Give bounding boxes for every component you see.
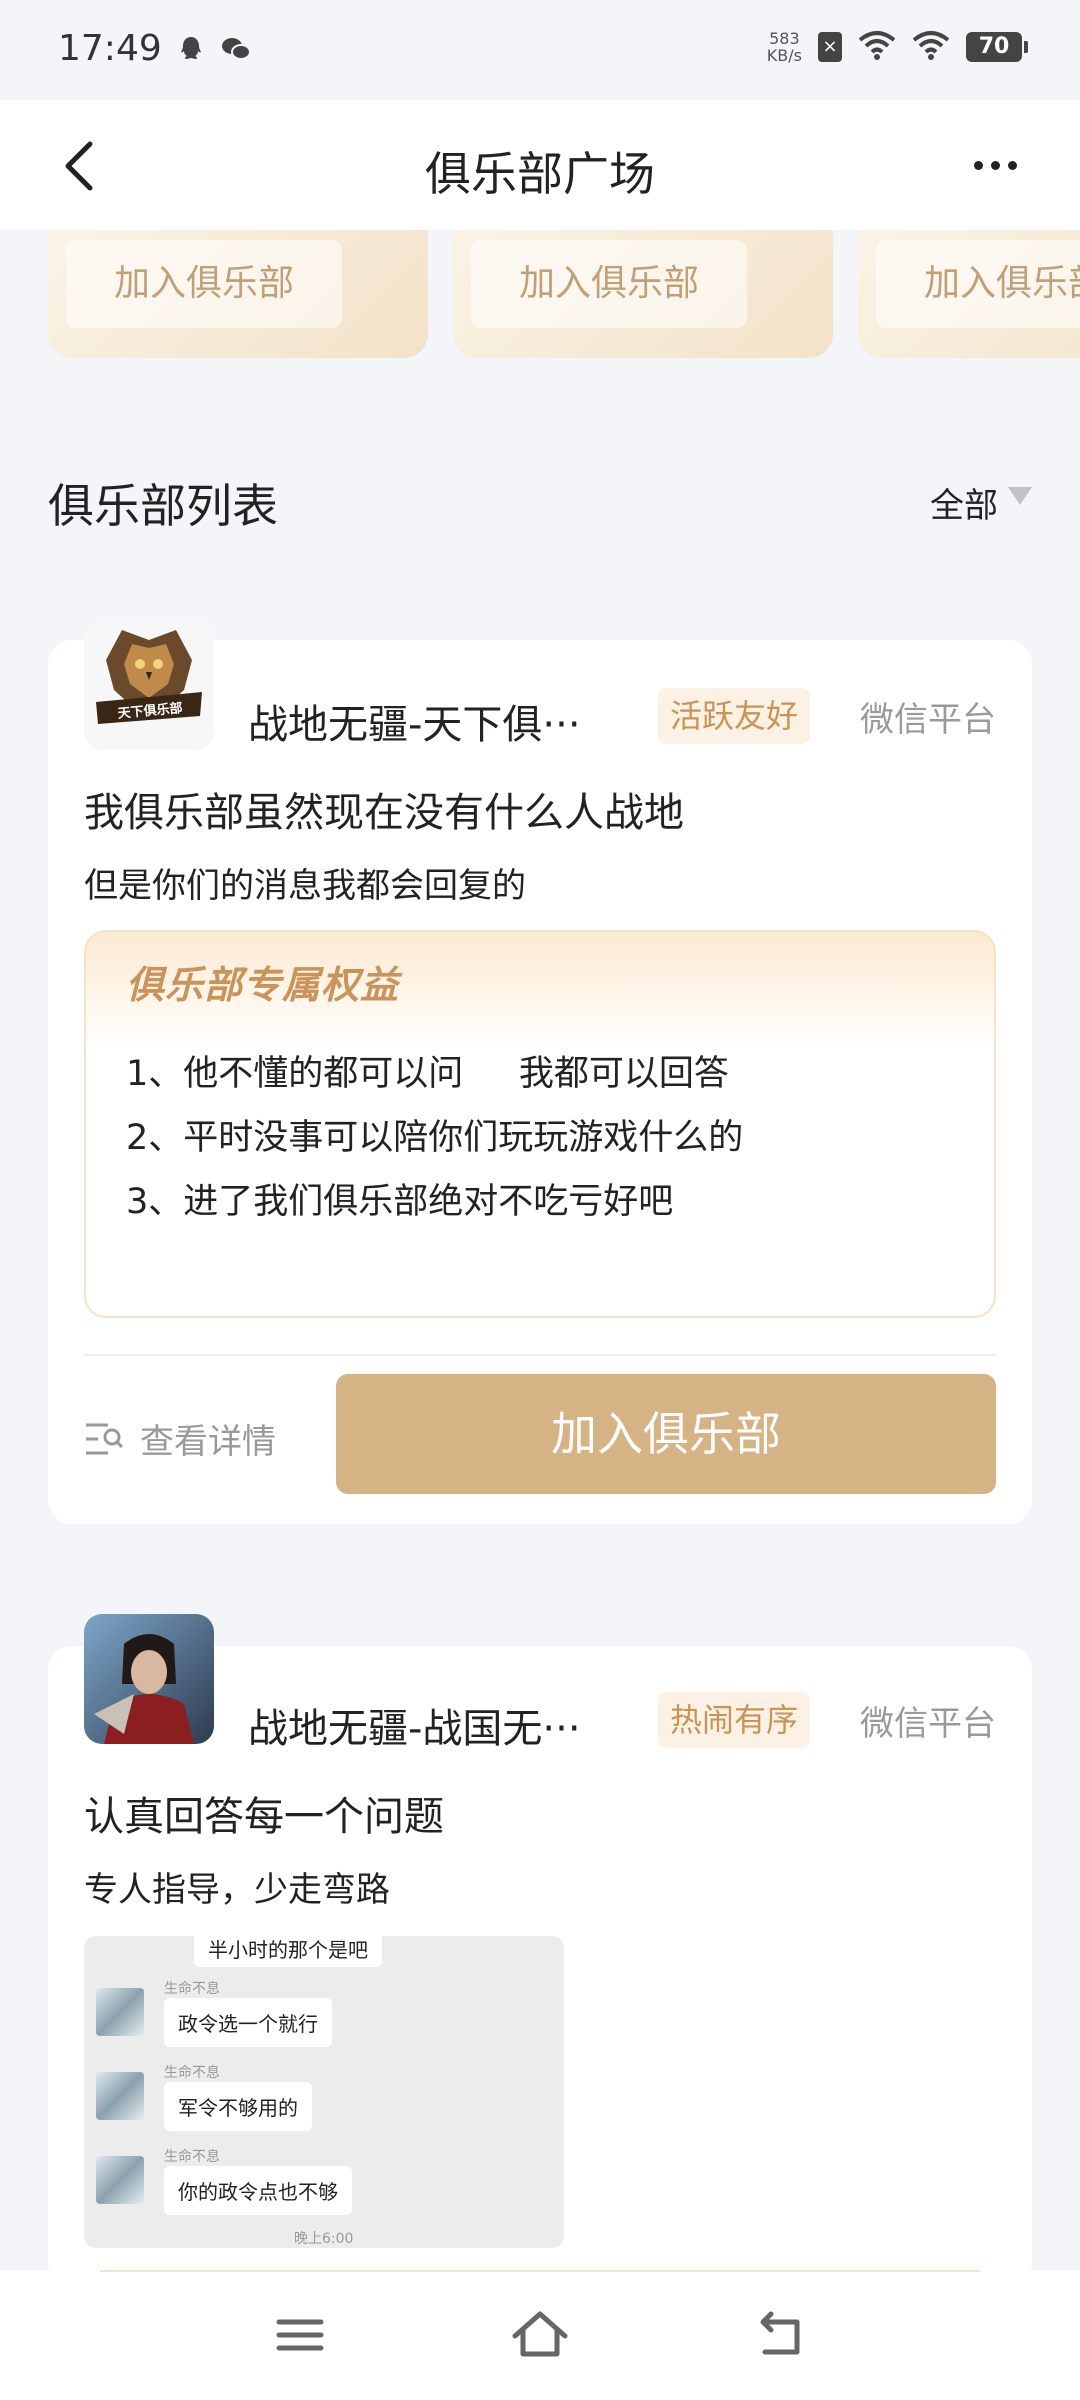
- club-intro-title: 认真回答每一个问题: [84, 1794, 444, 1840]
- club-benefits-box: 俱乐部专属权益 1、他不懂的都可以问 我都可以回答 2、平时没事可以陪你们玩玩游…: [84, 930, 996, 1318]
- club-name: 战地无疆-天下俱···: [248, 702, 581, 748]
- club-platform: 微信平台: [860, 1704, 996, 1744]
- club-name: 战地无疆-战国无···: [248, 1706, 581, 1752]
- divider: [84, 1354, 996, 1356]
- chat-bubble: 政令选一个就行: [164, 1998, 332, 2047]
- featured-clubs-carousel[interactable]: 加入俱乐部 加入俱乐部 加入俱乐部: [0, 230, 1080, 360]
- club-platform: 微信平台: [860, 700, 996, 740]
- featured-club-card[interactable]: 加入俱乐部: [858, 230, 1080, 358]
- network-speed: 583 KB/s: [767, 30, 802, 64]
- benefits-list: 1、他不懂的都可以问 我都可以回答 2、平时没事可以陪你们玩玩游戏什么的 3、进…: [126, 1042, 743, 1234]
- avatar: [96, 2072, 144, 2120]
- eagle-logo-icon: [96, 630, 202, 724]
- chat-bubble: 你的政令点也不够: [164, 2166, 352, 2215]
- more-dot: [990, 160, 1000, 170]
- status-bar: 17:49 583 KB/s × 70: [0, 0, 1080, 100]
- system-navigation-bar: [0, 2270, 1080, 2400]
- qq-icon: [176, 34, 206, 64]
- featured-club-card[interactable]: 加入俱乐部: [48, 230, 428, 358]
- chat-time: 晚上6:00: [294, 2231, 354, 2247]
- wechat-icon: [220, 34, 251, 64]
- club-logo: [84, 1614, 214, 1744]
- view-details-link[interactable]: 查看详情: [84, 1414, 276, 1463]
- featured-club-card[interactable]: 加入俱乐部: [453, 230, 833, 358]
- filter-dropdown[interactable]: 全部: [930, 478, 1032, 527]
- more-button[interactable]: [960, 130, 1030, 200]
- status-system-icons: 583 KB/s × 70: [767, 30, 1028, 64]
- chat-bubble-fragment: 半小时的那个是吧: [194, 1936, 382, 1967]
- home-icon: [512, 2311, 568, 2357]
- benefit-item: 2、平时没事可以陪你们玩玩游戏什么的: [126, 1118, 744, 1158]
- chat-screenshot[interactable]: 半小时的那个是吧 生命不息 政令选一个就行 生命不息 军令不够用的 生命不息 你…: [84, 1936, 564, 2248]
- join-club-button[interactable]: 加入俱乐部: [471, 240, 747, 328]
- filter-label: 全部: [930, 486, 998, 526]
- club-intro-title: 我俱乐部虽然现在没有什么人战地: [84, 790, 684, 836]
- list-search-icon: [84, 1421, 124, 1457]
- wifi-signal-icon: [858, 30, 896, 64]
- avatar: [96, 2156, 144, 2204]
- battery-icon: 70: [966, 32, 1028, 62]
- view-details-label: 查看详情: [140, 1422, 276, 1462]
- club-list-title: 俱乐部列表: [48, 479, 278, 533]
- avatar: [96, 1988, 144, 2036]
- menu-icon: [276, 2319, 324, 2351]
- wifi-icon: [912, 30, 950, 64]
- menu-button[interactable]: [265, 2300, 335, 2370]
- status-notification-icons: [176, 34, 251, 64]
- club-intro-subtitle: 专人指导，少走弯路: [84, 1870, 390, 1910]
- club-logo: 天下俱乐部: [84, 620, 214, 750]
- club-tag: 热闹有序: [658, 1692, 811, 1748]
- join-club-button[interactable]: 加入俱乐部: [66, 240, 342, 328]
- home-button[interactable]: [505, 2300, 575, 2370]
- club-intro-subtitle: 但是你们的消息我都会回复的: [84, 866, 526, 906]
- back-arrow-icon: [760, 2311, 800, 2355]
- page-title: 俱乐部广场: [425, 147, 655, 201]
- benefit-item: 3、进了我们俱乐部绝对不吃亏好吧: [126, 1182, 674, 1222]
- more-dots-icon: [973, 160, 983, 170]
- status-time: 17:49: [58, 28, 162, 69]
- warrior-avatar-icon: [84, 1614, 214, 1744]
- navigation-bar: 俱乐部广场: [0, 100, 1080, 230]
- divider: [100, 2270, 980, 2272]
- chat-bubble: 军令不够用的: [164, 2082, 312, 2131]
- club-card[interactable]: 天下俱乐部 战地无疆-天下俱··· 活跃友好 微信平台 我俱乐部虽然现在没有什么…: [48, 620, 1032, 1524]
- join-club-button[interactable]: 加入俱乐部: [336, 1374, 996, 1494]
- benefits-title: 俱乐部专属权益: [126, 963, 400, 1007]
- net-speed-value: 583: [769, 29, 800, 48]
- chat-sender: 生命不息: [164, 1981, 220, 1997]
- chat-sender: 生命不息: [164, 2065, 220, 2081]
- club-card[interactable]: 战地无疆-战国无··· 热闹有序 微信平台 认真回答每一个问题 专人指导，少走弯…: [48, 1614, 1032, 2286]
- chat-sender: 生命不息: [164, 2149, 220, 2165]
- sim-icon: ×: [818, 32, 842, 62]
- club-tag: 活跃友好: [658, 688, 811, 744]
- join-club-button[interactable]: 加入俱乐部: [876, 240, 1080, 328]
- back-nav-button[interactable]: [745, 2300, 815, 2370]
- benefit-item: 1、他不懂的都可以问 我都可以回答: [126, 1054, 729, 1094]
- more-dot: [1007, 160, 1017, 170]
- net-speed-unit: KB/s: [766, 46, 802, 65]
- dropdown-arrow-icon: [1008, 486, 1032, 505]
